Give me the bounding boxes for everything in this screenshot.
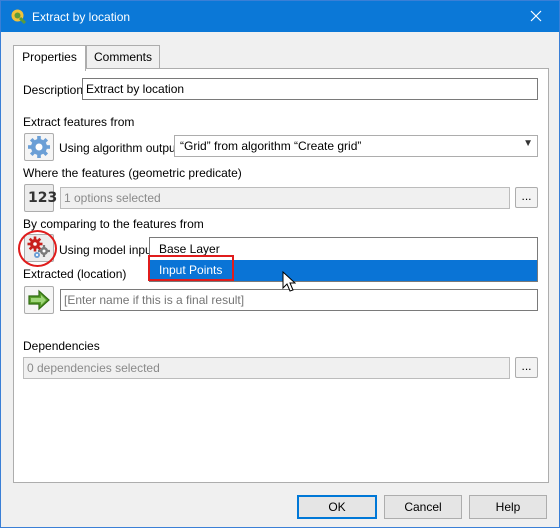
tab-comments[interactable]: Comments [86,45,160,69]
close-button[interactable] [513,1,559,32]
model-input-label: Using model input [59,243,156,257]
ok-button[interactable]: OK [297,495,377,519]
model-input-highlight-circle [18,230,57,267]
green-arrow-icon [28,289,50,311]
window-title: Extract by location [32,10,131,24]
dependencies-label: Dependencies [23,339,100,353]
algorithm-source-button[interactable] [24,133,54,161]
tab-properties[interactable]: Properties [13,45,86,71]
predicate-browse-button[interactable]: ... [515,187,538,208]
algorithm-output-select[interactable]: “Grid” from algorithm “Create grid” ▼ [174,135,538,157]
output-destination-button[interactable] [24,286,54,314]
predicate-source-button[interactable]: 123 [24,184,58,212]
predicate-field[interactable]: 1 options selected [60,187,510,209]
help-button[interactable]: Help [469,495,547,519]
input-points-highlight-box [148,255,234,281]
close-icon [530,10,542,22]
description-label: Description [23,83,84,97]
output-name-input[interactable] [60,289,538,311]
dependencies-browse-button[interactable]: ... [515,357,538,378]
cancel-button[interactable]: Cancel [384,495,462,519]
mouse-cursor-icon [282,271,296,292]
description-input[interactable]: Extract by location [82,78,538,100]
chevron-down-icon: ▼ [523,138,533,149]
dependencies-field[interactable]: 0 dependencies selected [23,357,510,379]
comparing-label: By comparing to the features from [23,217,204,231]
extract-from-label: Extract features from [23,115,135,129]
title-bar: Extract by location [1,1,559,32]
extract-by-location-dialog: Extract by location Properties Comments … [0,0,560,528]
extracted-label: Extracted (location) [23,267,127,281]
qgis-icon [11,9,26,24]
algorithm-output-label: Using algorithm output [59,141,180,155]
algorithm-output-value: “Grid” from algorithm “Create grid” [180,139,362,153]
predicate-label: Where the features (geometric predicate) [23,166,242,180]
number-123-icon: 123 [28,190,58,206]
gear-icon [28,136,50,158]
